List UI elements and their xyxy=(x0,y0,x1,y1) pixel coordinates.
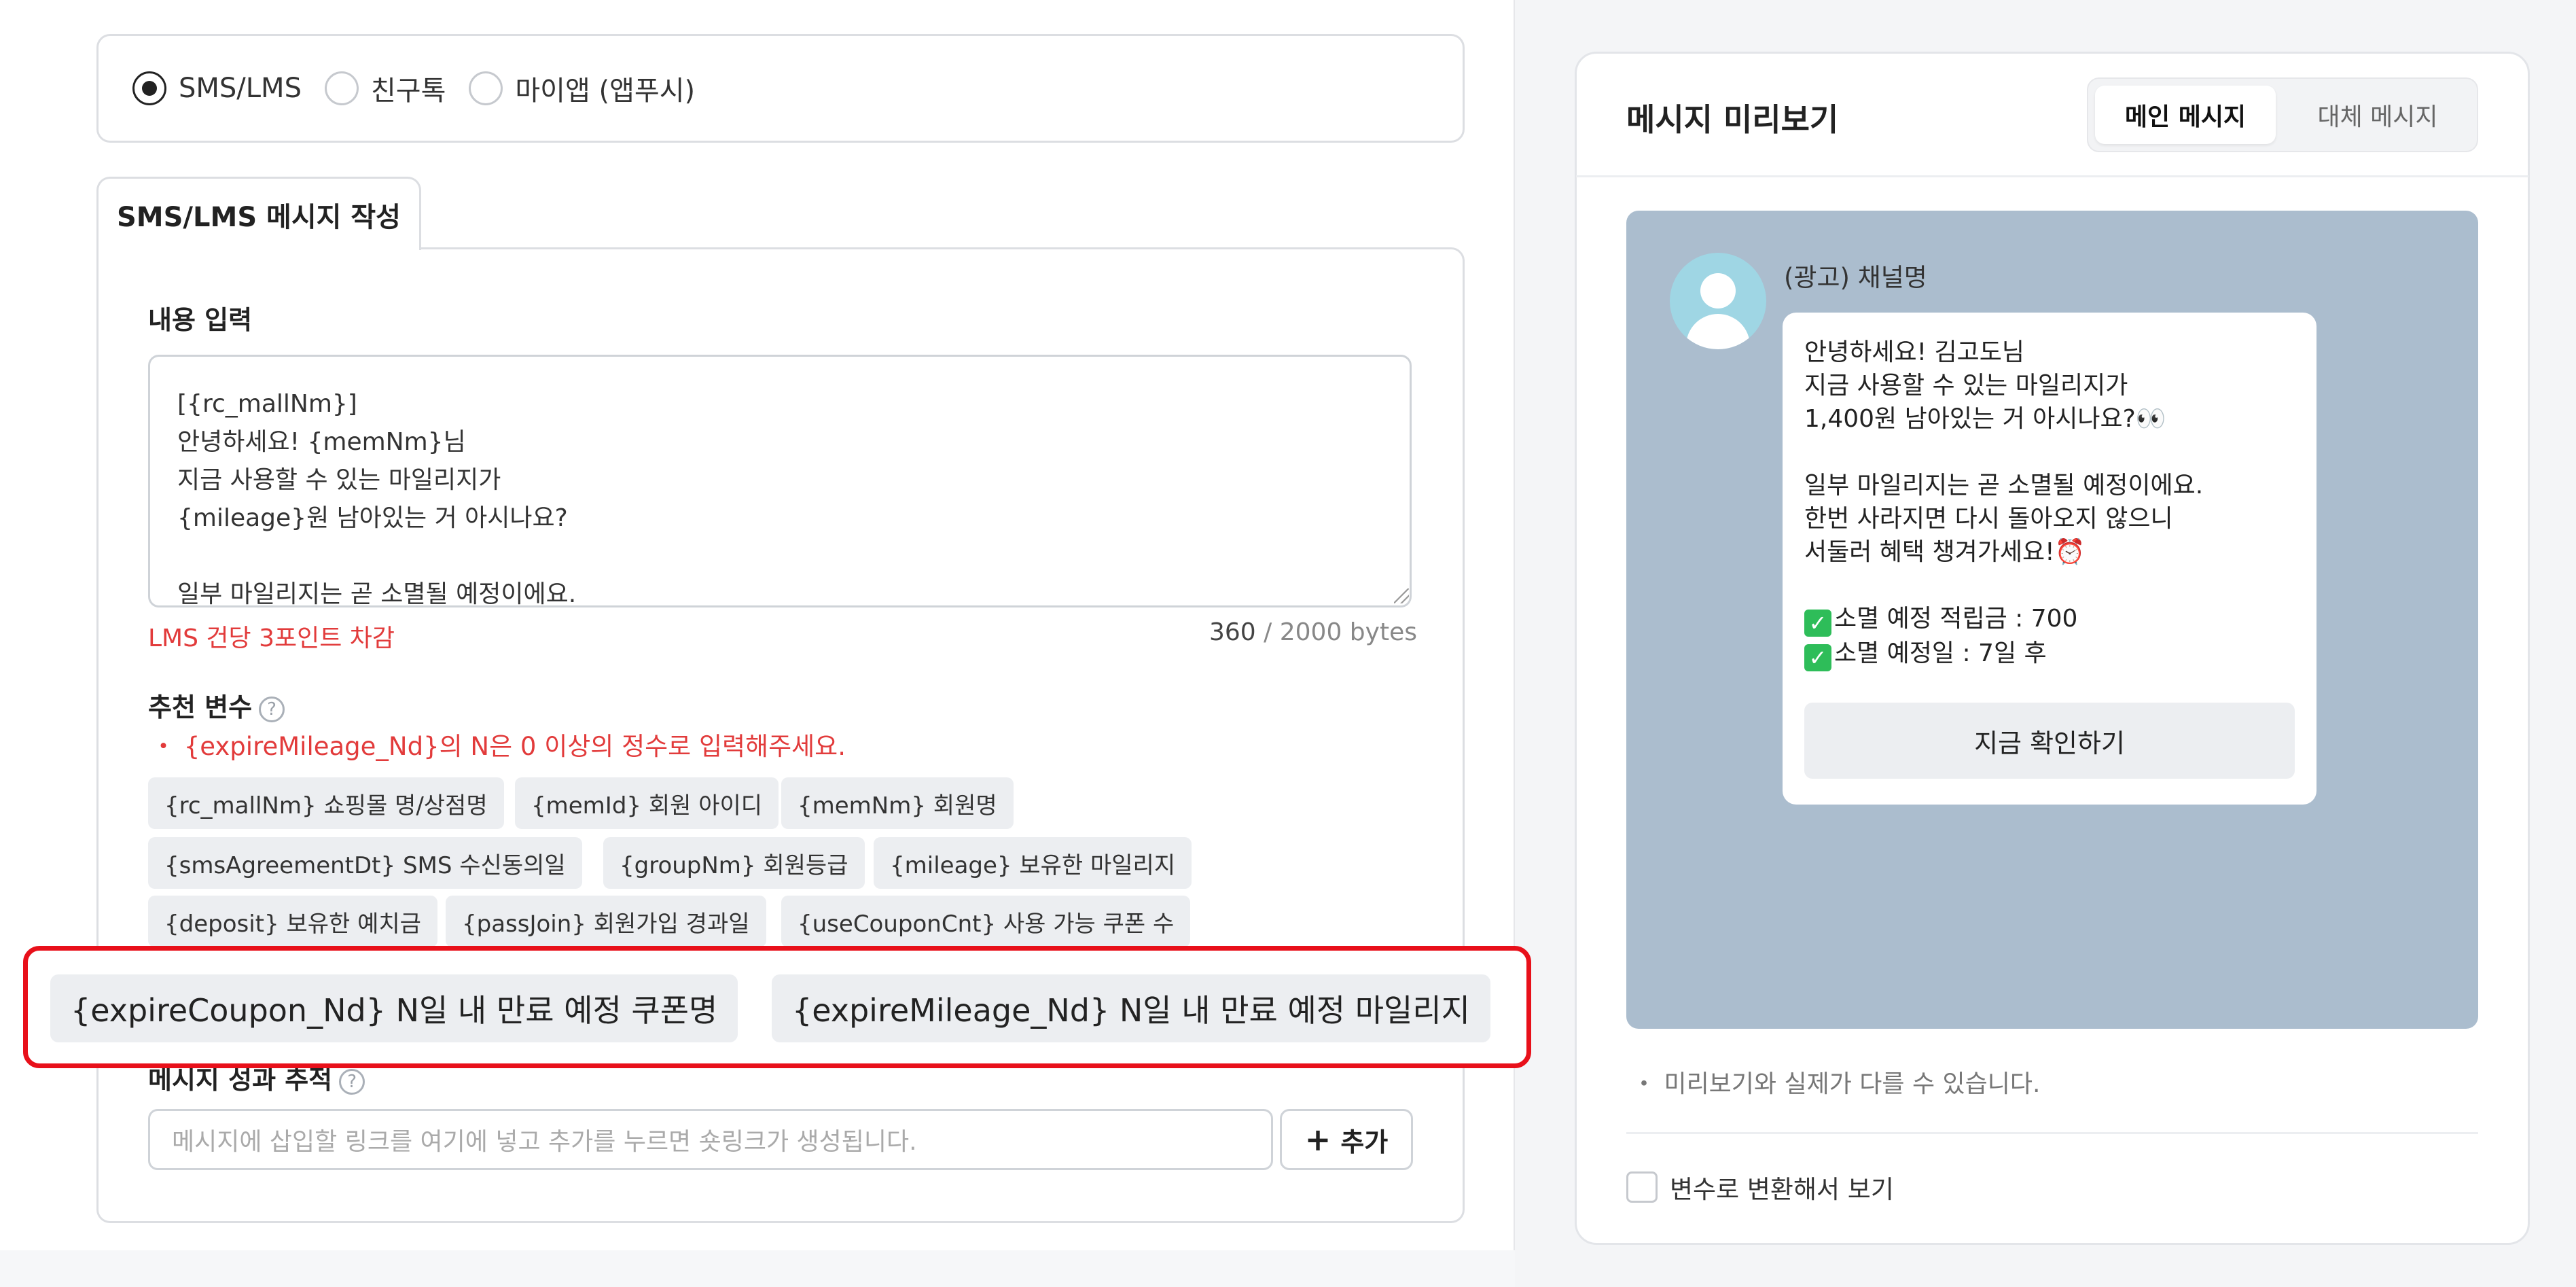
confirm-now-button[interactable]: 지금 확인하기 xyxy=(1804,703,2295,779)
variable-chip[interactable]: {smsAgreementDt} SMS 수신동의일 xyxy=(148,837,582,889)
content-textarea[interactable]: [{rc_mallNm}] 안녕하세요! {memNm}님 지금 사용할 수 있… xyxy=(148,355,1412,607)
divider xyxy=(1626,1132,2478,1134)
add-label: 추가 xyxy=(1340,1127,1389,1157)
message-line: 안녕하세요! 김고도님 xyxy=(1804,338,2024,366)
tracking-label-text: 메시지 성과 추적 xyxy=(148,1065,333,1095)
divider xyxy=(1576,175,2528,177)
variable-chip-expire-coupon[interactable]: {expireCoupon_Nd} N일 내 만료 예정 쿠폰명 xyxy=(50,974,738,1042)
variable-view-toggle[interactable]: 변수로 변환해서 보기 xyxy=(1626,1169,1894,1205)
lms-cost-note: LMS 건당 3포인트 차감 xyxy=(148,624,395,652)
tab-main-message[interactable]: 메인 메시지 xyxy=(2095,86,2276,144)
variable-chip[interactable]: {memId} 회원 아이디 xyxy=(515,777,779,829)
message-line: 한번 사라지면 다시 돌아오지 않으니 xyxy=(1804,505,2173,533)
check-line: 소멸 예정일 : 7일 후 xyxy=(1834,639,2047,667)
check-emoji-icon: ✓ xyxy=(1804,610,1831,637)
variable-chip[interactable]: {passJoin} 회원가입 경과일 xyxy=(446,896,766,947)
variables-label-text: 추천 변수 xyxy=(148,692,253,722)
variable-view-label: 변수로 변환해서 보기 xyxy=(1670,1175,1894,1204)
preview-note: ・ 미리보기와 실제가 다를 수 있습니다. xyxy=(1632,1070,2041,1098)
channel-selector: SMS/LMS 친구톡 마이앱 (앱푸시) xyxy=(96,34,1465,143)
message-line: ✓ 소멸 예정일 : 7일 후 xyxy=(1804,637,2300,671)
link-input[interactable]: 메시지에 삽입할 링크를 여기에 넣고 추가를 누르면 숏링크가 생성됩니다. xyxy=(148,1109,1273,1170)
channel-label-friendtalk: 친구톡 xyxy=(370,75,446,107)
radio-checked-icon[interactable] xyxy=(132,71,166,105)
variable-chip[interactable]: {groupNm} 회원등급 xyxy=(603,837,865,889)
add-link-button[interactable]: + 추가 xyxy=(1280,1109,1413,1170)
message-line xyxy=(1804,569,2300,602)
avatar-icon xyxy=(1670,253,1766,349)
preview-title: 메시지 미리보기 xyxy=(1626,101,1839,138)
variable-chip-expire-mileage[interactable]: {expireMileage_Nd} N일 내 만료 예정 마일리지 xyxy=(772,974,1490,1042)
help-icon[interactable]: ? xyxy=(259,696,285,722)
variables-label: 추천 변수? xyxy=(148,686,285,724)
radio-icon[interactable] xyxy=(324,71,359,105)
plus-icon: + xyxy=(1304,1121,1331,1158)
panel-footer xyxy=(0,1250,1515,1287)
message-line xyxy=(1804,436,2300,469)
resize-handle-icon[interactable] xyxy=(1394,588,1409,603)
channel-label-appush: 마이앱 (앱푸시) xyxy=(515,75,696,107)
byte-total: / 2000 bytes xyxy=(1255,618,1417,646)
message-text: 안녕하세요! 김고도님지금 사용할 수 있는 마일리지가 1,400원 남아있는 … xyxy=(1804,336,2300,671)
message-line: 서둘러 혜택 챙겨가세요!⏰ xyxy=(1804,538,2086,566)
channel-option-appush[interactable]: 마이앱 (앱푸시) xyxy=(469,69,695,108)
variable-chip[interactable]: {rc_mallNm} 쇼핑몰 명/상점명 xyxy=(148,777,504,829)
channel-label-sms: SMS/LMS xyxy=(179,73,302,104)
message-line: 지금 사용할 수 있는 마일리지가 xyxy=(1804,372,2128,400)
channel-option-friendtalk[interactable]: 친구톡 xyxy=(324,69,446,108)
message-line: 일부 마일리지는 곧 소멸될 예정이에요. xyxy=(1804,472,2204,499)
tab-sms-compose[interactable]: SMS/LMS 메시지 작성 xyxy=(96,177,421,250)
radio-icon[interactable] xyxy=(469,71,503,105)
byte-used: 360 xyxy=(1209,618,1256,646)
variable-chip[interactable]: {mileage} 보유한 마일리지 xyxy=(874,837,1192,889)
check-line: 소멸 예정 적립금 : 700 xyxy=(1834,605,2078,633)
channel-name: (광고) 채널명 xyxy=(1784,263,1927,292)
message-line: ✓ 소멸 예정 적립금 : 700 xyxy=(1804,602,2300,637)
content-label: 내용 입력 xyxy=(148,305,253,335)
checkbox-icon[interactable] xyxy=(1626,1171,1658,1203)
channel-option-sms[interactable]: SMS/LMS xyxy=(132,71,302,105)
byte-counter: 360 / 2000 bytes xyxy=(1209,618,1417,646)
help-icon[interactable]: ? xyxy=(339,1068,365,1095)
variable-chip[interactable]: {deposit} 보유한 예치금 xyxy=(148,896,437,947)
tab-alt-message[interactable]: 대체 메시지 xyxy=(2283,86,2473,144)
variable-warning: ・ {expireMileage_Nd}의 N은 0 이상의 정수로 입력해주세… xyxy=(151,732,846,761)
message-line: 1,400원 남아있는 거 아시나요?👀 xyxy=(1804,405,2166,433)
variable-chip[interactable]: {memNm} 회원명 xyxy=(781,777,1014,829)
check-emoji-icon: ✓ xyxy=(1804,644,1831,671)
variable-chip[interactable]: {useCouponCnt} 사용 가능 쿠폰 수 xyxy=(781,896,1191,947)
preview-tab-switch: 메인 메시지 대체 메시지 xyxy=(2087,77,2478,152)
